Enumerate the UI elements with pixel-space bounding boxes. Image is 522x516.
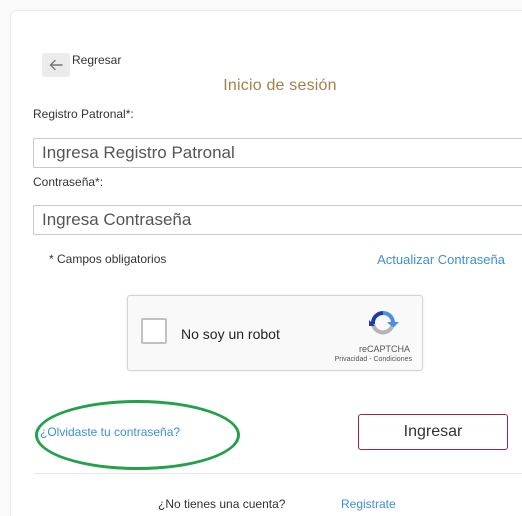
password-label: Contraseña*: [33,175,104,189]
page-title: Inicio de sesión [223,77,337,94]
recaptcha-label: No soy un robot [181,326,280,342]
arrow-left-icon [49,59,63,71]
required-fields-note: * Campos obligatorios [49,252,167,266]
recaptcha-terms[interactable]: Privacidad - Condiciones [335,356,412,363]
registro-patronal-label: Registro Patronal*: [33,107,134,121]
registro-patronal-input[interactable] [33,138,522,168]
signup-link[interactable]: Registrate [341,497,396,511]
signup-prompt: ¿No tienes una cuenta? [158,497,286,511]
back-label[interactable]: Regresar [72,53,121,67]
login-card: Regresar Inicio de sesión Registro Patro… [10,10,522,516]
recaptcha-widget: No soy un robot reCAPTCHA Privacidad - C… [127,295,423,371]
recaptcha-brand: reCAPTCHA [358,344,410,354]
login-button[interactable]: Ingresar [358,414,508,450]
password-input[interactable] [33,205,522,235]
update-password-link[interactable]: Actualizar Contraseña [377,252,505,267]
recaptcha-logo-icon [369,310,399,335]
back-button[interactable] [42,53,70,77]
divider [34,473,522,474]
recaptcha-checkbox[interactable] [141,318,167,344]
forgot-password-link[interactable]: ¿Olvidaste tu contraseña? [40,425,180,439]
